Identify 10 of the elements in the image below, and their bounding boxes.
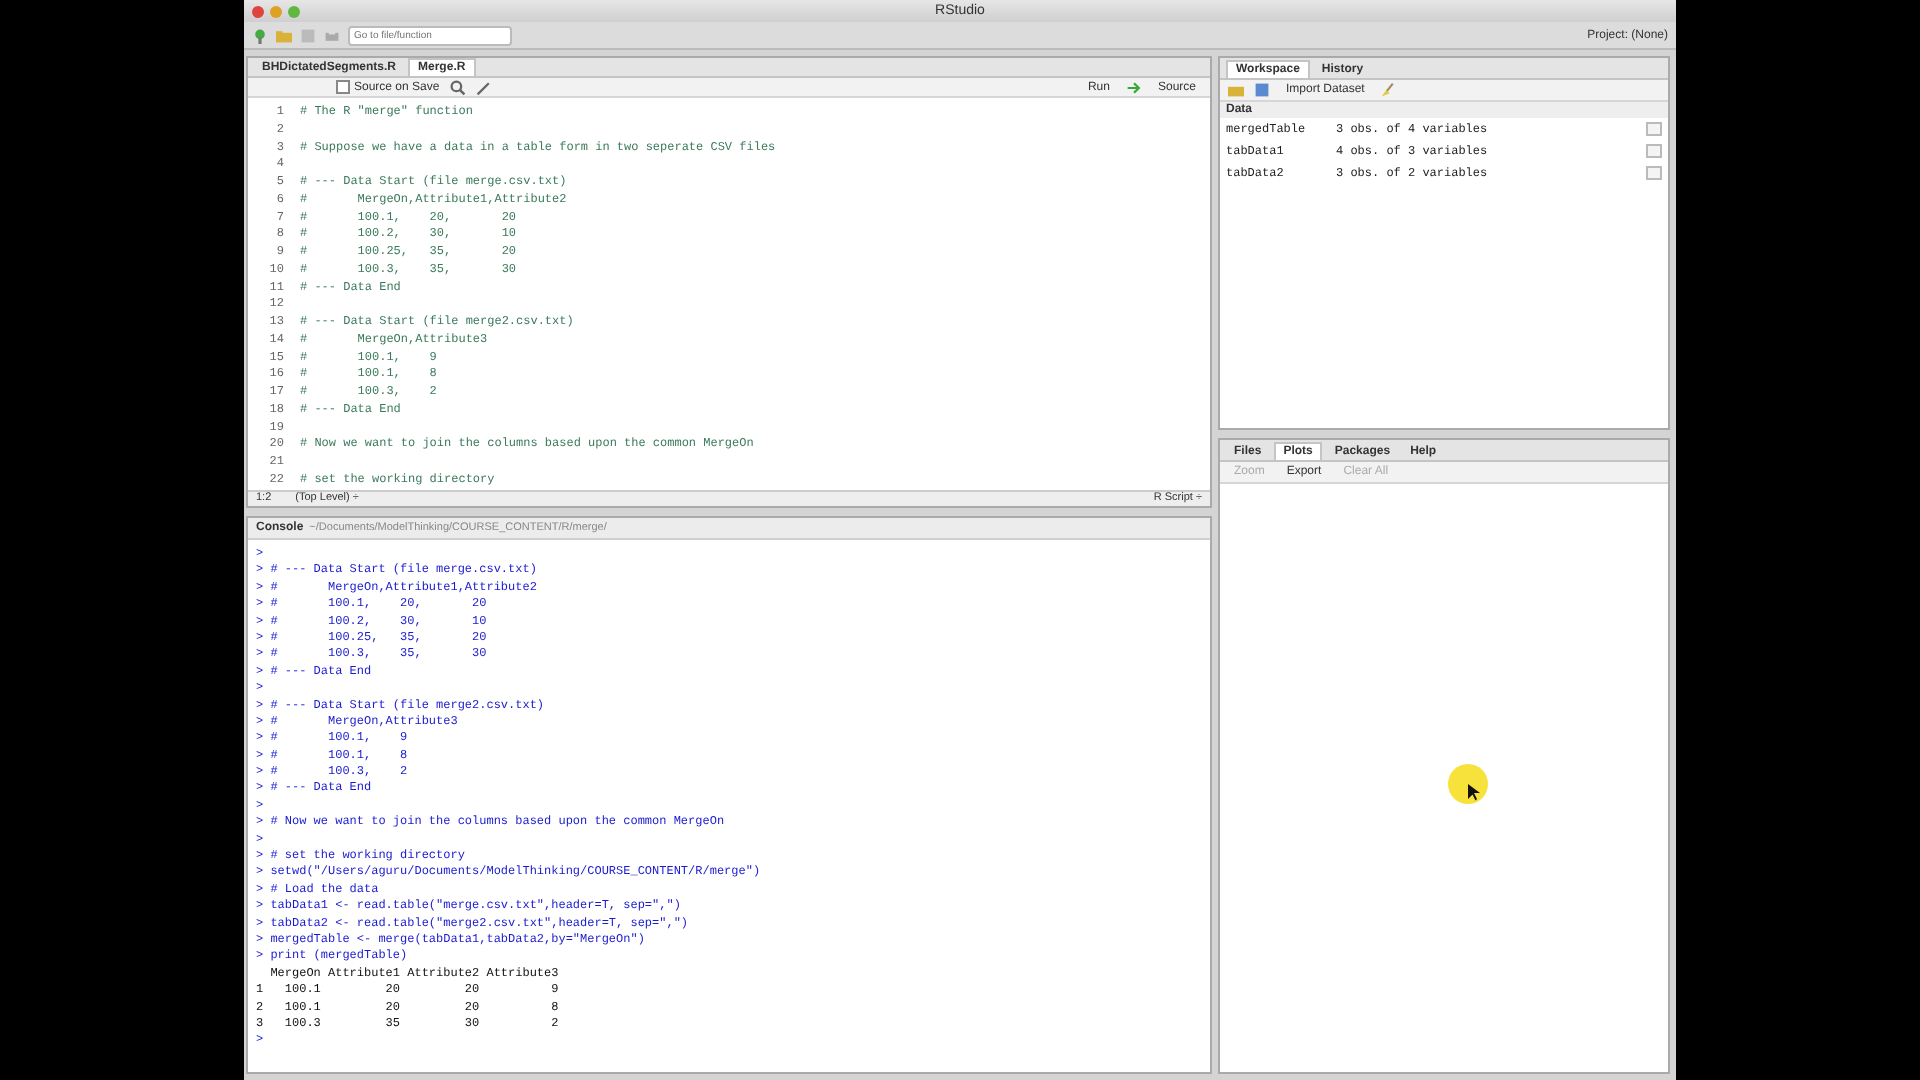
cursor-highlight (1448, 764, 1488, 804)
minimize-button[interactable] (270, 5, 282, 17)
zoom-button[interactable] (288, 5, 300, 17)
rerun-icon[interactable] (1125, 79, 1142, 96)
close-button[interactable] (252, 5, 264, 17)
search-icon[interactable] (449, 79, 466, 96)
pointer-icon (1468, 784, 1480, 802)
folder-icon[interactable] (1228, 82, 1244, 98)
broom-icon[interactable] (1380, 82, 1397, 98)
folder-icon[interactable] (276, 27, 292, 43)
